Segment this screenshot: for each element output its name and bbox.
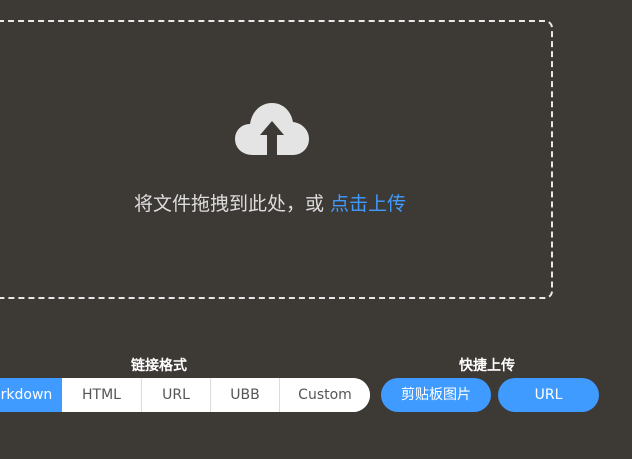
format-url-option[interactable]: URL (141, 378, 210, 412)
dropzone-instruction: 将文件拖拽到此处，或 点击上传 (0, 189, 540, 216)
format-markdown-option[interactable]: Markdown (0, 378, 62, 412)
link-format-title: 链接格式 (131, 358, 187, 374)
upload-page: 将文件拖拽到此处，或 点击上传 链接格式 快捷上传 Markdown HTML … (0, 0, 632, 459)
format-custom-option[interactable]: Custom (279, 378, 370, 412)
click-upload-link[interactable]: 点击上传 (330, 193, 406, 215)
quick-upload-title: 快捷上传 (459, 358, 515, 374)
dropzone-text: 将文件拖拽到此处，或 (133, 193, 331, 215)
format-html-option[interactable]: HTML (62, 378, 141, 412)
paste-clipboard-image-button[interactable]: 剪贴板图片 (381, 378, 491, 412)
cloud-upload-icon[interactable] (233, 99, 311, 159)
format-ubb-option[interactable]: UBB (210, 378, 279, 412)
upload-dropzone[interactable] (0, 20, 553, 299)
link-format-selector: Markdown HTML URL UBB Custom (0, 378, 370, 412)
upload-url-button[interactable]: URL (498, 378, 599, 412)
